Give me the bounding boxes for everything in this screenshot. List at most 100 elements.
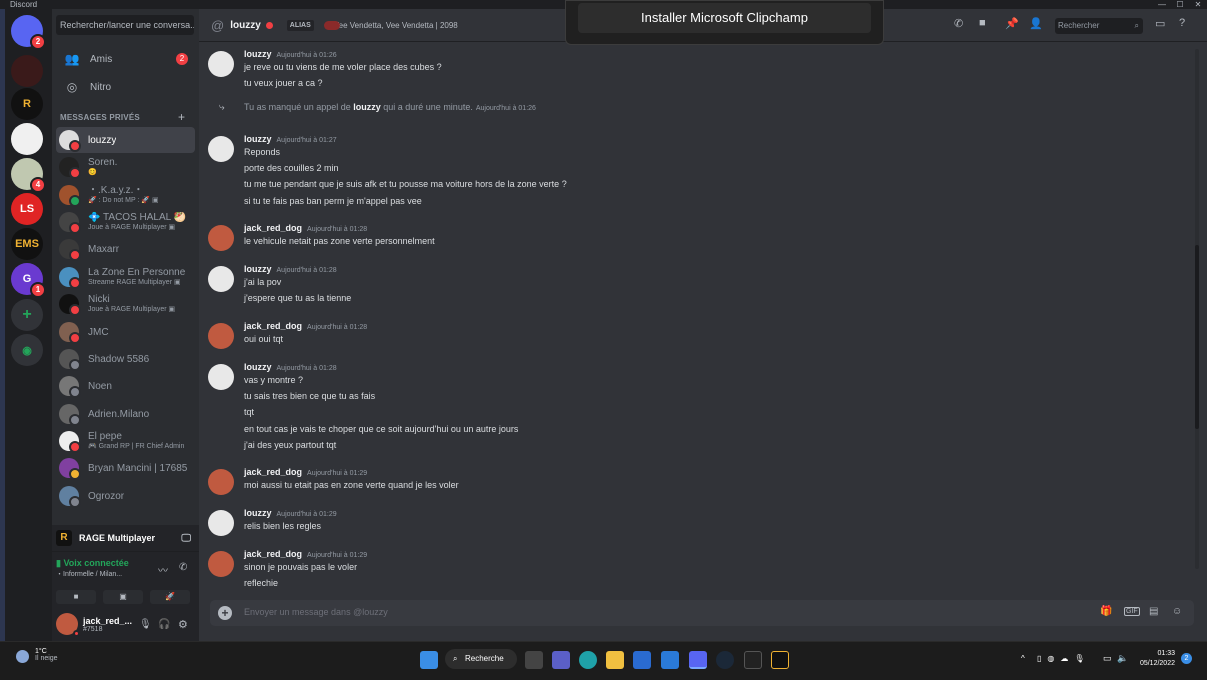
taskbar-clock[interactable]: 01:33 05/12/2022: [1133, 649, 1175, 669]
inbox-icon[interactable]: ▭: [1155, 17, 1165, 30]
message-author[interactable]: jack_red_dog Aujourd'hui à 01:28: [244, 223, 367, 233]
screen-share-icon[interactable]: 🖵: [181, 533, 191, 544]
guild-server-g[interactable]: G1: [11, 263, 46, 298]
install-clipchamp-button[interactable]: Installer Microsoft Clipchamp: [578, 3, 871, 33]
call-icon[interactable]: ✆: [954, 17, 963, 30]
edge-icon[interactable]: [579, 651, 597, 669]
guild-server-rage[interactable]: R: [11, 88, 43, 120]
dm-item[interactable]: Ogrozor: [56, 483, 195, 509]
message-author[interactable]: jack_red_dog Aujourd'hui à 01:29: [244, 467, 367, 477]
dm-item[interactable]: Adrien.Milano: [56, 401, 195, 427]
start-icon[interactable]: [420, 651, 438, 669]
sticker-icon[interactable]: ▤: [1149, 606, 1158, 617]
message-avatar[interactable]: [208, 136, 234, 162]
dm-item[interactable]: Noen: [56, 373, 195, 399]
voice-channel[interactable]: ・Informelle / Milan...: [56, 569, 122, 579]
composer-input[interactable]: Envoyer un message dans @louzzy: [244, 607, 388, 617]
message-avatar[interactable]: [208, 510, 234, 536]
network-icon[interactable]: ▭: [1103, 653, 1112, 664]
author-name[interactable]: jack_red_dog: [244, 549, 302, 559]
scrollbar[interactable]: [1195, 49, 1199, 569]
guild-server-1[interactable]: [11, 55, 43, 87]
user-info[interactable]: jack_red_... #7518: [83, 616, 132, 633]
system-text-user[interactable]: louzzy: [353, 102, 381, 112]
author-name[interactable]: louzzy: [244, 49, 272, 59]
mail-icon[interactable]: [661, 651, 679, 669]
message-composer[interactable]: + Envoyer un message dans @louzzy 🎁 GIF …: [210, 600, 1194, 626]
discord-taskbar-icon[interactable]: [689, 651, 707, 669]
volume-icon[interactable]: 🔈: [1117, 653, 1128, 664]
guild-discord-home[interactable]: 2: [11, 15, 46, 50]
message-author[interactable]: louzzy Aujourd'hui à 01:26: [244, 49, 337, 59]
guild-server-ems[interactable]: EMS: [11, 228, 43, 260]
dm-item[interactable]: Shadow 5586: [56, 346, 195, 372]
minimize-button[interactable]: —: [1153, 0, 1171, 9]
message-author[interactable]: jack_red_dog Aujourd'hui à 01:28: [244, 321, 367, 331]
activity-button[interactable]: 🚀: [150, 590, 190, 604]
message-avatar[interactable]: [208, 364, 234, 390]
tray-icons[interactable]: ▯◍☁🎙: [1037, 654, 1091, 663]
author-name[interactable]: jack_red_dog: [244, 223, 302, 233]
author-name[interactable]: louzzy: [244, 362, 272, 372]
settings-gear-icon[interactable]: ⚙: [178, 618, 188, 631]
add-friend-icon[interactable]: 👤: [1029, 17, 1043, 30]
chat-app-icon[interactable]: [552, 651, 570, 669]
dm-item[interactable]: Maxarr: [56, 236, 195, 262]
dm-item[interactable]: louzzy: [56, 127, 195, 153]
message-avatar[interactable]: [208, 225, 234, 251]
headphones-icon[interactable]: 🎧: [158, 619, 170, 630]
guild-server-ls[interactable]: LS: [11, 193, 43, 225]
dm-item[interactable]: La Zone En Personne Streame RAGE Multipla…: [56, 264, 195, 290]
message-author[interactable]: jack_red_dog Aujourd'hui à 01:29: [244, 549, 367, 559]
video-call-icon[interactable]: ■: [979, 17, 986, 29]
tray-chevron-icon[interactable]: ^: [1021, 654, 1025, 663]
weather-widget[interactable]: 1°C Il neige: [16, 648, 58, 663]
friends-nav[interactable]: 👥 Amis 2: [56, 46, 196, 72]
author-name[interactable]: jack_red_dog: [244, 321, 302, 331]
new-dm-plus-icon[interactable]: +: [178, 110, 185, 124]
message-author[interactable]: louzzy Aujourd'hui à 01:27: [244, 134, 337, 144]
nitro-nav[interactable]: ◎ Nitro: [56, 74, 196, 100]
message-avatar[interactable]: [208, 469, 234, 495]
rage-mp-icon[interactable]: [771, 651, 789, 669]
emoji-icon[interactable]: ☺: [1172, 606, 1182, 617]
notification-badge[interactable]: 2: [1181, 653, 1192, 664]
close-button[interactable]: ✕: [1189, 0, 1207, 9]
author-name[interactable]: jack_red_dog: [244, 467, 302, 477]
dm-item[interactable]: JMC: [56, 319, 195, 345]
dm-item[interactable]: ・.K.a.y.z.・ 🚀 : Do not MP : 🚀 ▣: [56, 182, 195, 208]
dm-item[interactable]: Soren. 😊: [56, 154, 195, 180]
author-name[interactable]: louzzy: [244, 264, 272, 274]
dm-item[interactable]: Bryan Mancini | 17685: [56, 455, 195, 481]
pin-icon[interactable]: 📌: [1005, 17, 1019, 30]
explore-compass-icon[interactable]: ◉: [11, 334, 43, 366]
author-name[interactable]: louzzy: [244, 134, 272, 144]
message-author[interactable]: louzzy Aujourd'hui à 01:29: [244, 508, 337, 518]
dm-item[interactable]: El pepe 🎮 Grand RP | FR Chief Admin: [56, 428, 195, 454]
task-view-icon[interactable]: [525, 651, 543, 669]
file-explorer-icon[interactable]: [606, 651, 624, 669]
disconnect-icon[interactable]: ✆: [179, 562, 187, 573]
attach-plus-icon[interactable]: +: [218, 606, 232, 620]
store-icon[interactable]: [633, 651, 651, 669]
gif-icon[interactable]: GIF: [1124, 607, 1140, 616]
gift-icon[interactable]: 🎁: [1100, 606, 1112, 617]
message-avatar[interactable]: [208, 551, 234, 577]
dm-search-input[interactable]: Rechercher/lancer une conversa...: [56, 15, 194, 35]
maximize-button[interactable]: ☐: [1171, 0, 1189, 9]
taskbar-search[interactable]: ⌕ Recherche: [445, 649, 517, 669]
message-author[interactable]: louzzy Aujourd'hui à 01:28: [244, 264, 337, 274]
camera-button[interactable]: ■: [56, 590, 96, 604]
user-avatar[interactable]: [56, 613, 80, 637]
noise-suppression-icon[interactable]: 〰: [158, 562, 168, 577]
chat-search-input[interactable]: Rechercher ⌕: [1055, 18, 1143, 34]
dm-item[interactable]: Nicki Joue à RAGE Multiplayer ▣: [56, 291, 195, 317]
epic-games-icon[interactable]: [744, 651, 762, 669]
message-avatar[interactable]: [208, 323, 234, 349]
message-avatar[interactable]: [208, 266, 234, 292]
guild-server-milano[interactable]: [11, 123, 43, 155]
message-avatar[interactable]: [208, 51, 234, 77]
steam-icon[interactable]: [716, 651, 734, 669]
add-server-button[interactable]: +: [11, 299, 43, 331]
author-name[interactable]: louzzy: [244, 508, 272, 518]
